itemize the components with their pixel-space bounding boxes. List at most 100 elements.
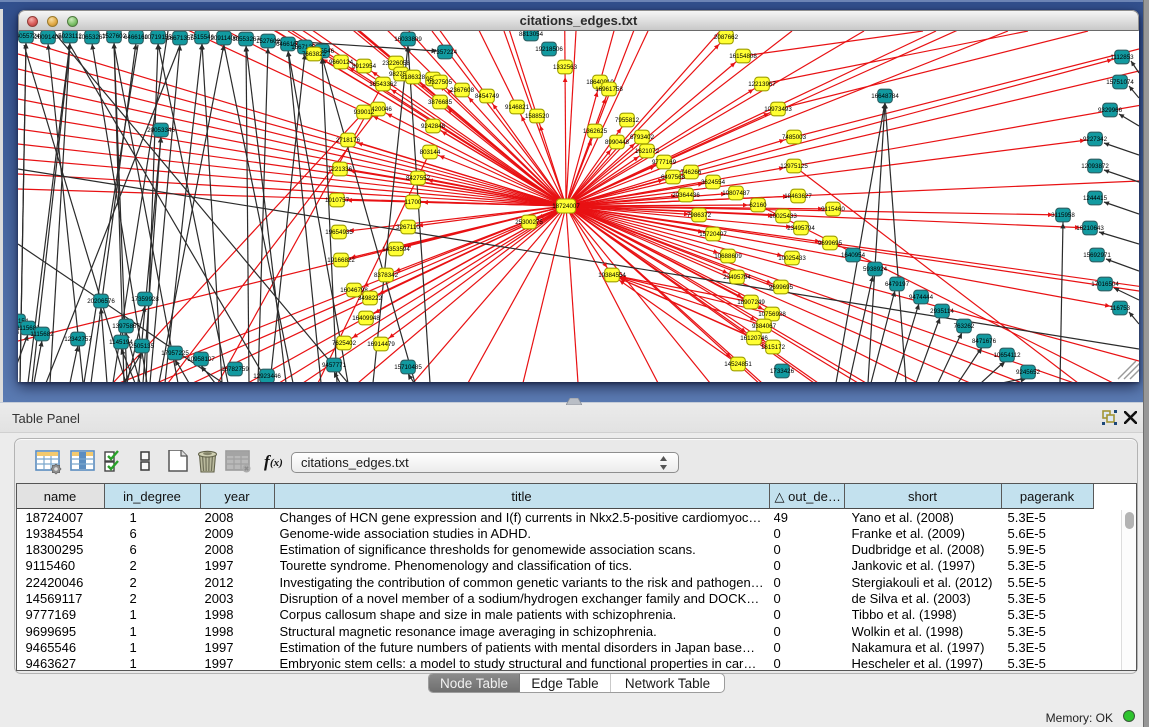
svg-text:763262: 763262 (954, 323, 975, 330)
svg-text:1362625: 1362625 (583, 128, 608, 135)
svg-text:9242848: 9242848 (421, 123, 446, 130)
svg-text:9660124: 9660124 (329, 59, 354, 66)
svg-text:19218506: 19218506 (535, 46, 563, 53)
svg-text:19384554: 19384554 (598, 272, 626, 279)
svg-text:(x): (x) (270, 457, 283, 469)
svg-text:18907249: 18907249 (737, 299, 765, 306)
svg-text:6479197: 6479197 (885, 281, 910, 288)
svg-text:10025433: 10025433 (769, 213, 797, 220)
svg-text:19654935: 19654935 (325, 229, 353, 236)
svg-text:1621072: 1621072 (635, 148, 660, 155)
svg-text:1115682: 1115682 (30, 331, 54, 338)
svg-text:3876685: 3876685 (428, 99, 453, 106)
svg-text:20053346: 20053346 (147, 127, 175, 134)
svg-text:12975125: 12975125 (780, 163, 808, 170)
svg-text:17957225: 17957225 (161, 350, 189, 357)
svg-text:15692971: 15692971 (1083, 252, 1111, 259)
svg-text:7485003: 7485003 (782, 134, 807, 141)
svg-text:1112853: 1112853 (1110, 54, 1134, 61)
svg-text:16409948: 16409948 (352, 315, 380, 322)
svg-text:23495794: 23495794 (723, 274, 751, 281)
svg-text:19166822: 19166822 (327, 257, 355, 264)
svg-text:16543362: 16543362 (369, 81, 397, 88)
svg-text:9474444: 9474444 (909, 294, 934, 301)
svg-text:9699695: 9699695 (769, 284, 794, 291)
svg-text:1221336: 1221336 (328, 166, 353, 173)
svg-text:16210643: 16210643 (1076, 225, 1104, 232)
svg-text:18463627: 18463627 (784, 193, 812, 200)
svg-text:9384067: 9384067 (752, 323, 777, 330)
svg-text:9329966: 9329966 (1098, 107, 1123, 114)
svg-text:15710485: 15710485 (394, 364, 422, 371)
svg-text:17359928: 17359928 (131, 296, 159, 303)
svg-text:803144: 803144 (420, 149, 441, 156)
svg-text:1588520: 1588520 (525, 113, 550, 120)
svg-text:10807487: 10807487 (722, 190, 750, 197)
svg-text:1010757: 1010757 (325, 197, 350, 204)
svg-text:16914479: 16914479 (367, 341, 395, 348)
svg-text:17016504: 17016504 (1091, 281, 1119, 288)
svg-text:13975867: 13975867 (112, 323, 140, 330)
svg-text:16648784: 16648784 (871, 93, 899, 100)
svg-text:10958107: 10958107 (187, 356, 215, 363)
svg-text:14524851: 14524851 (724, 361, 752, 368)
svg-text:7986372: 7986372 (687, 212, 712, 219)
svg-text:1640954: 1640954 (841, 252, 866, 259)
svg-text:16033809: 16033809 (394, 36, 422, 43)
svg-text:7357224: 7357224 (433, 49, 458, 56)
svg-text:1615172: 1615172 (761, 344, 786, 351)
svg-text:15720407: 15720407 (699, 231, 727, 238)
svg-text:9777169: 9777169 (652, 159, 677, 166)
svg-text:1527602: 1527602 (102, 33, 127, 40)
svg-text:3267110: 3267110 (396, 224, 420, 231)
svg-text:5938924: 5938924 (863, 266, 888, 273)
svg-text:2367608: 2367608 (450, 87, 475, 94)
svg-text:11700: 11700 (405, 199, 422, 206)
svg-text:7663822: 7663822 (302, 51, 327, 58)
svg-text:8454749: 8454749 (475, 93, 500, 100)
svg-text:25300275: 25300275 (515, 219, 543, 226)
svg-text:7955812: 7955812 (615, 117, 640, 124)
svg-text:10025433: 10025433 (778, 255, 806, 262)
svg-text:16782759: 16782759 (221, 366, 249, 373)
svg-text:8427552: 8427552 (406, 175, 431, 182)
svg-text:2718176: 2718176 (336, 137, 361, 144)
svg-text:7625402: 7625402 (332, 340, 357, 347)
svg-text:12213967: 12213967 (748, 81, 776, 88)
svg-text:9146821: 9146821 (505, 104, 530, 111)
svg-text:1332563: 1332563 (553, 64, 578, 71)
svg-text:16154808: 16154808 (729, 53, 757, 60)
svg-text:1733426: 1733426 (770, 368, 795, 375)
svg-text:62160: 62160 (749, 202, 767, 209)
svg-text:116753: 116753 (1110, 305, 1131, 312)
svg-text:8186328: 8186328 (401, 74, 426, 81)
svg-text:6497568: 6497568 (661, 174, 686, 181)
svg-text:3624554: 3624554 (701, 179, 726, 186)
svg-text:9115460: 9115460 (821, 206, 845, 213)
svg-text:10688609: 10688609 (714, 253, 742, 260)
svg-text:15751074: 15751074 (1106, 79, 1134, 86)
svg-text:10654112: 10654112 (993, 352, 1021, 359)
svg-text:9699695: 9699695 (818, 240, 843, 247)
svg-text:23226058: 23226058 (382, 60, 410, 67)
svg-text:3498222: 3498222 (358, 295, 383, 302)
svg-text:9227342: 9227342 (1083, 136, 1108, 143)
svg-text:23495794: 23495794 (787, 225, 815, 232)
svg-text:3115958: 3115958 (1051, 212, 1075, 219)
svg-text:9457771: 9457771 (322, 362, 347, 369)
svg-text:12923446: 12923446 (253, 373, 281, 380)
svg-text:8471676: 8471676 (972, 338, 997, 345)
svg-text:2935114: 2935114 (930, 308, 954, 315)
svg-text:18724007: 18724007 (552, 203, 580, 210)
svg-text:8378342: 8378342 (374, 272, 399, 279)
svg-text:8990448: 8990448 (605, 139, 630, 146)
svg-text:6793402: 6793402 (630, 134, 655, 141)
svg-text:12342757: 12342757 (64, 336, 92, 343)
svg-text:12093872: 12093872 (1081, 163, 1109, 170)
svg-text:1244415: 1244415 (1083, 195, 1108, 202)
svg-text:10756928: 10756928 (758, 311, 786, 318)
svg-text:20206576: 20206576 (87, 298, 115, 305)
svg-text:14353594: 14353594 (382, 246, 410, 253)
svg-text:9245652: 9245652 (1016, 369, 1041, 376)
svg-text:939012: 939012 (354, 109, 375, 116)
